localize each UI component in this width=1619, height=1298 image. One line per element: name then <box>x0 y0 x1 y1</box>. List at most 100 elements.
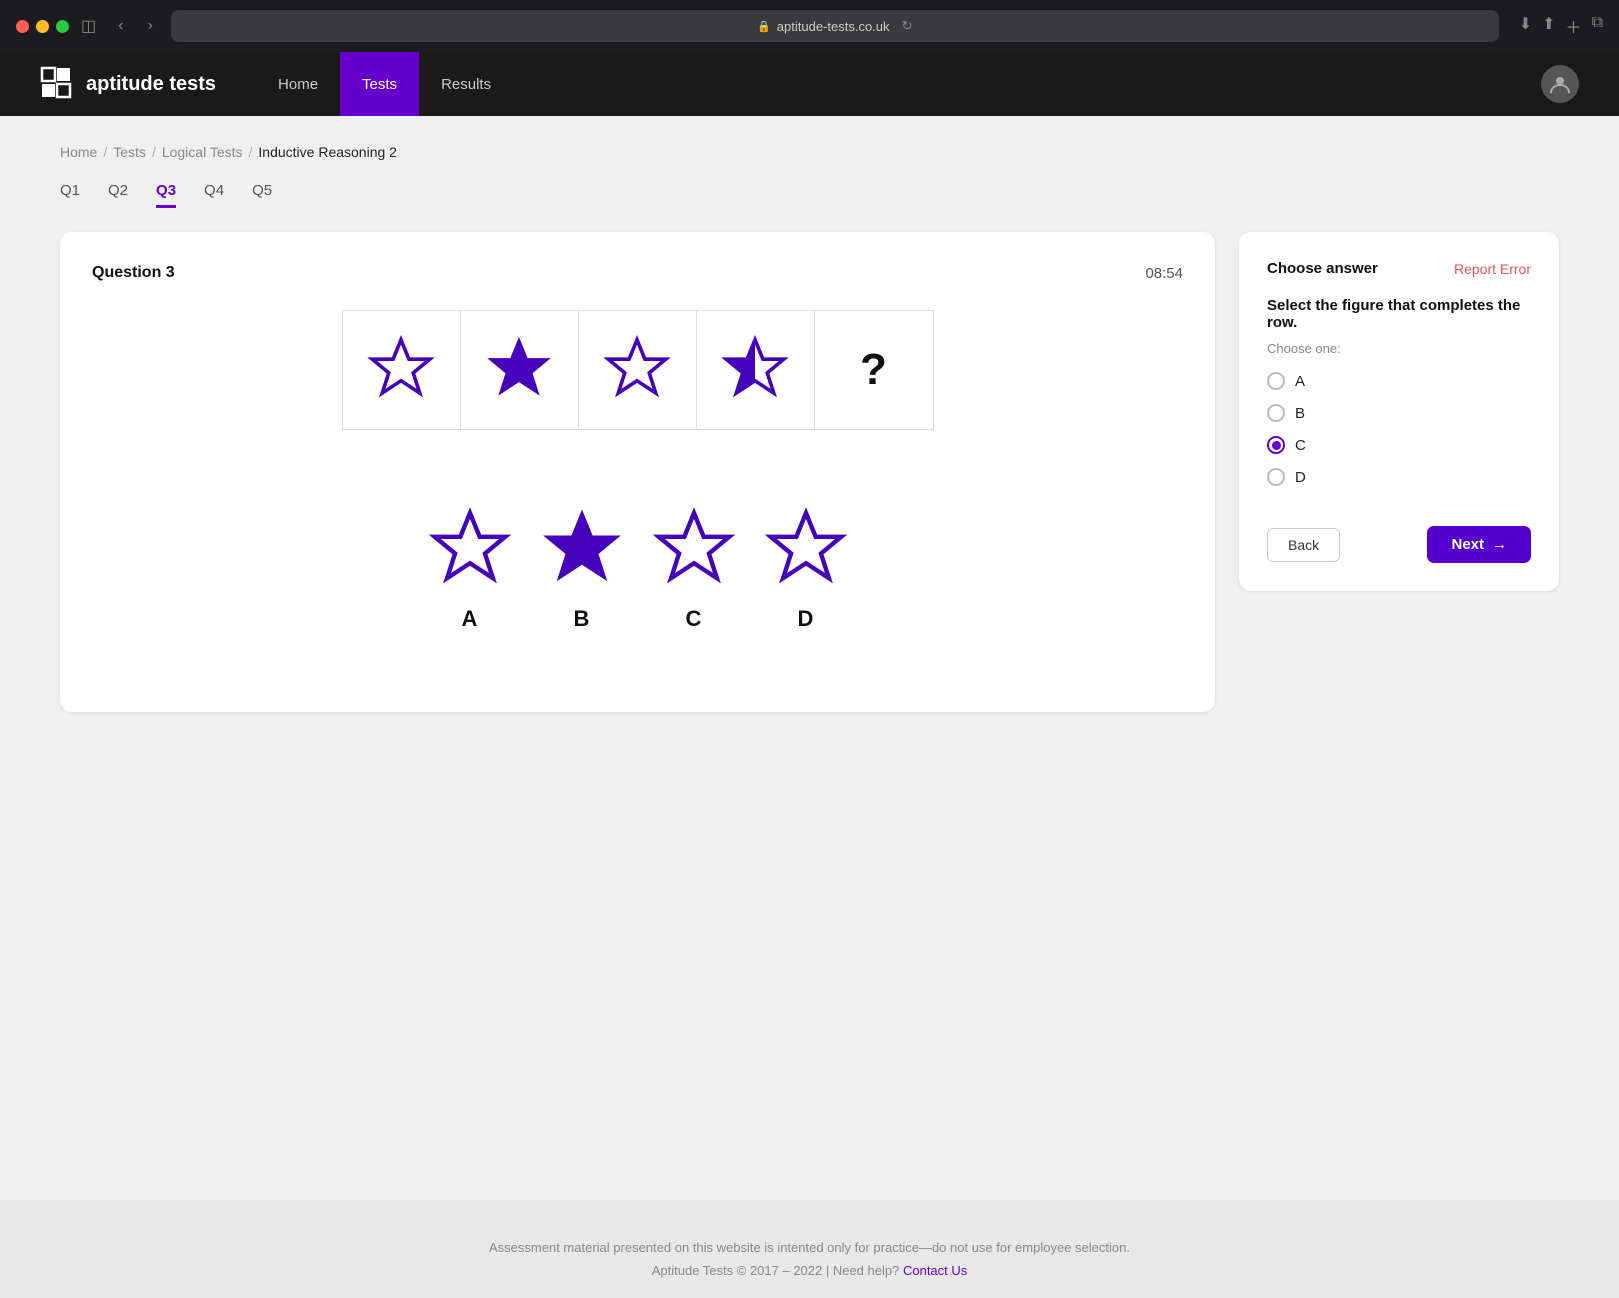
site-header: aptitude tests Home Tests Results <box>0 52 1619 116</box>
radio-circle-c <box>1267 436 1285 454</box>
answer-label-b: B <box>574 606 590 632</box>
radio-circle-b <box>1267 404 1285 422</box>
back-button[interactable]: Back <box>1267 528 1340 562</box>
radio-circle-a <box>1267 372 1285 390</box>
pattern-cell-2 <box>461 311 579 429</box>
radio-option-a[interactable]: A <box>1267 372 1531 390</box>
panel-actions: Back Next → <box>1267 526 1531 563</box>
radio-option-b[interactable]: B <box>1267 404 1531 422</box>
question-header: Question 3 08:54 <box>92 264 1183 282</box>
star-filled-1 <box>483 334 555 406</box>
answer-panel-header: Choose answer Report Error <box>1267 260 1531 277</box>
breadcrumb-logical-tests[interactable]: Logical Tests <box>162 144 243 160</box>
header-right <box>1541 65 1579 103</box>
radio-label-b: B <box>1295 405 1305 422</box>
answer-label-d: D <box>798 606 814 632</box>
next-button[interactable]: Next → <box>1427 526 1531 563</box>
breadcrumb-current: Inductive Reasoning 2 <box>258 144 397 160</box>
choose-one-label: Choose one: <box>1267 341 1531 356</box>
star-option-b <box>538 506 626 594</box>
answer-panel: Choose answer Report Error Select the fi… <box>1239 232 1559 591</box>
lock-icon: 🔒 <box>757 20 771 33</box>
answer-label-c: C <box>686 606 702 632</box>
download-icon[interactable]: ⬇ <box>1519 14 1532 38</box>
next-label: Next <box>1451 536 1484 553</box>
star-outline-1 <box>365 334 437 406</box>
share-icon[interactable]: ⬆ <box>1542 14 1555 38</box>
answer-label-a: A <box>462 606 478 632</box>
traffic-light-green[interactable] <box>56 20 69 33</box>
traffic-light-yellow[interactable] <box>36 20 49 33</box>
content-area: Question 3 08:54 <box>60 232 1559 712</box>
radio-label-c: C <box>1295 437 1306 454</box>
footer: Assessment material presented on this we… <box>0 1200 1619 1298</box>
radio-option-d[interactable]: D <box>1267 468 1531 486</box>
browser-chrome: ◫ ‹ › 🔒 aptitude-tests.co.uk ↻ ⬇ ⬆ ＋ ⧉ <box>0 0 1619 52</box>
next-arrow-icon: → <box>1492 536 1507 553</box>
nav-home[interactable]: Home <box>256 52 340 116</box>
radio-inner-c <box>1272 441 1281 450</box>
report-error-link[interactable]: Report Error <box>1454 261 1531 277</box>
pattern-cell-4 <box>697 311 815 429</box>
breadcrumb-home[interactable]: Home <box>60 144 97 160</box>
radio-label-a: A <box>1295 373 1305 390</box>
user-icon <box>1549 73 1571 95</box>
breadcrumb: Home / Tests / Logical Tests / Inductive… <box>60 144 1559 160</box>
star-option-c <box>650 506 738 594</box>
browser-actions: ⬇ ⬆ ＋ ⧉ <box>1519 14 1603 38</box>
footer-disclaimer: Assessment material presented on this we… <box>20 1240 1599 1255</box>
pattern-cell-3 <box>579 311 697 429</box>
main-wrapper: Home / Tests / Logical Tests / Inductive… <box>0 116 1619 1200</box>
breadcrumb-sep-2: / <box>152 144 156 160</box>
tab-q1[interactable]: Q1 <box>60 182 80 208</box>
question-title: Question 3 <box>92 264 175 282</box>
tab-q5[interactable]: Q5 <box>252 182 272 208</box>
question-tabs: Q1 Q2 Q3 Q4 Q5 <box>60 182 1559 208</box>
logo-text: aptitude tests <box>86 73 216 96</box>
breadcrumb-sep-1: / <box>103 144 107 160</box>
tab-q4[interactable]: Q4 <box>204 182 224 208</box>
breadcrumb-tests[interactable]: Tests <box>113 144 146 160</box>
window-icon[interactable]: ⧉ <box>1592 14 1603 38</box>
star-outline-2 <box>601 334 673 406</box>
radio-option-c[interactable]: C <box>1267 436 1531 454</box>
footer-copyright: Aptitude Tests © 2017 – 2022 | Need help… <box>20 1263 1599 1278</box>
answer-option-c[interactable]: C <box>650 506 738 632</box>
pattern-cell-5: ? <box>815 311 933 429</box>
question-timer: 08:54 <box>1145 265 1183 282</box>
answer-options: A B C <box>92 506 1183 632</box>
logo-icon <box>40 66 76 102</box>
back-browser-button[interactable]: ‹ <box>112 15 129 37</box>
logo[interactable]: aptitude tests <box>40 66 216 102</box>
answer-option-b[interactable]: B <box>538 506 626 632</box>
reload-icon[interactable]: ↻ <box>902 18 913 34</box>
choose-answer-label: Choose answer <box>1267 260 1378 277</box>
star-option-d <box>762 506 850 594</box>
pattern-cell-1 <box>343 311 461 429</box>
answer-option-a[interactable]: A <box>426 506 514 632</box>
star-half-1 <box>719 334 791 406</box>
sidebar-toggle-button[interactable]: ◫ <box>81 16 96 36</box>
pattern-row: ? <box>342 310 934 430</box>
nav-results[interactable]: Results <box>419 52 513 116</box>
radio-options: A B C D <box>1267 372 1531 486</box>
address-bar[interactable]: 🔒 aptitude-tests.co.uk ↻ <box>171 10 1499 42</box>
tab-q3[interactable]: Q3 <box>156 182 176 208</box>
footer-contact-link[interactable]: Contact Us <box>903 1263 967 1278</box>
nav-tests[interactable]: Tests <box>340 52 419 116</box>
tab-q2[interactable]: Q2 <box>108 182 128 208</box>
avatar[interactable] <box>1541 65 1579 103</box>
breadcrumb-sep-3: / <box>249 144 253 160</box>
answer-option-d[interactable]: D <box>762 506 850 632</box>
url-text: aptitude-tests.co.uk <box>777 19 890 34</box>
traffic-light-red[interactable] <box>16 20 29 33</box>
radio-circle-d <box>1267 468 1285 486</box>
main-nav: Home Tests Results <box>256 52 513 116</box>
question-mark: ? <box>860 345 887 395</box>
question-card: Question 3 08:54 <box>60 232 1215 712</box>
question-instruction: Select the figure that completes the row… <box>1267 297 1531 331</box>
new-tab-icon[interactable]: ＋ <box>1566 14 1582 38</box>
radio-label-d: D <box>1295 469 1306 486</box>
forward-browser-button[interactable]: › <box>141 15 158 37</box>
star-option-a <box>426 506 514 594</box>
